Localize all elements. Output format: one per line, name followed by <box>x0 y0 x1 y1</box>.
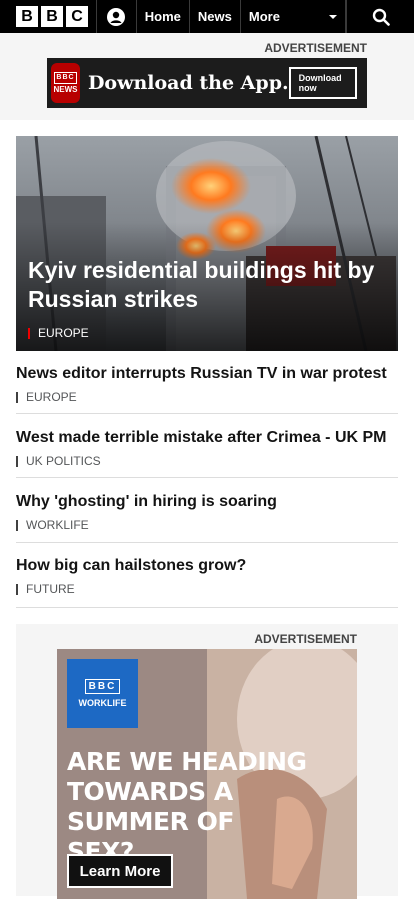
story-tag[interactable]: WORKLIFE <box>16 518 398 532</box>
nav-home[interactable]: Home <box>137 0 190 33</box>
story-tag-label: EUROPE <box>26 390 77 404</box>
story-headline[interactable]: News editor interrupts Russian TV in war… <box>16 364 398 384</box>
search-button[interactable] <box>346 0 414 33</box>
list-item[interactable]: News editor interrupts Russian TV in war… <box>16 364 398 414</box>
worklife-ad[interactable]: BBC WORKLIFE ARE WE HEADING TOWARDS A SU… <box>57 649 357 899</box>
worklife-logo-bottom: WORKLIFE <box>78 698 127 708</box>
download-now-button[interactable]: Download now <box>288 67 357 99</box>
story-tag[interactable]: EUROPE <box>16 390 398 404</box>
app-download-banner[interactable]: BBC NEWS Download the App. Download now <box>47 58 367 108</box>
story-tag-label: FUTURE <box>26 582 75 596</box>
story-tag-label: WORKLIFE <box>26 518 89 532</box>
tag-marker <box>16 391 18 403</box>
bottom-ad-zone: ADVERTISEMENT BBC WORKLIFE ARE WE HEADIN… <box>16 624 398 899</box>
bbc-news-logo-bottom: NEWS <box>53 84 78 94</box>
hero-headline[interactable]: Kyiv residential buildings hit by Russia… <box>28 256 378 314</box>
story-tag[interactable]: UK POLITICS <box>16 454 398 468</box>
tag-marker <box>28 327 30 339</box>
story-headline[interactable]: How big can hailstones grow? <box>16 556 398 576</box>
search-icon <box>372 8 390 26</box>
top-nav-bar: B B C Home News More <box>0 0 414 33</box>
hero-overlay <box>16 136 398 351</box>
bbc-worklife-logo: BBC WORKLIFE <box>67 659 138 728</box>
nav-more-label: More <box>248 9 280 24</box>
top-ad-zone: ADVERTISEMENT BBC NEWS Download the App.… <box>0 33 414 120</box>
ad-label: ADVERTISEMENT <box>264 41 367 55</box>
learn-more-button[interactable]: Learn More <box>67 854 173 888</box>
hero-tag-label: EUROPE <box>38 326 89 340</box>
ad-banner-text: Download the App. <box>87 72 289 94</box>
account-icon <box>107 7 126 26</box>
chevron-down-icon <box>329 14 338 19</box>
nav-news[interactable]: News <box>190 0 241 33</box>
worklife-logo-top: BBC <box>84 679 121 694</box>
logo-letter-c: C <box>66 6 88 27</box>
ad-headline: ARE WE HEADING TOWARDS A SUMMER OF SEX? <box>67 747 307 866</box>
tag-marker <box>16 519 18 531</box>
story-tag-label: UK POLITICS <box>26 454 101 468</box>
bbc-logo[interactable]: B B C <box>0 0 97 33</box>
story-headline[interactable]: Why 'ghosting' in hiring is soaring <box>16 492 398 512</box>
tag-marker <box>16 583 18 595</box>
list-item[interactable]: West made terrible mistake after Crimea … <box>16 428 398 478</box>
list-item[interactable]: How big can hailstones grow? FUTURE <box>16 556 398 608</box>
bbc-news-logo-top: BBC <box>54 71 77 84</box>
ad-label: ADVERTISEMENT <box>254 632 357 646</box>
account-button[interactable] <box>97 0 137 33</box>
story-headline[interactable]: West made terrible mistake after Crimea … <box>16 428 398 448</box>
hero-story[interactable]: Kyiv residential buildings hit by Russia… <box>16 136 398 351</box>
list-item[interactable]: Why 'ghosting' in hiring is soaring WORK… <box>16 492 398 543</box>
tag-marker <box>16 455 18 467</box>
logo-letter-b2: B <box>41 6 63 27</box>
hero-tag[interactable]: EUROPE <box>28 326 89 340</box>
bbc-news-logo: BBC NEWS <box>51 63 80 103</box>
nav-more[interactable]: More <box>241 0 347 33</box>
story-tag[interactable]: FUTURE <box>16 582 398 596</box>
logo-letter-b1: B <box>16 6 38 27</box>
